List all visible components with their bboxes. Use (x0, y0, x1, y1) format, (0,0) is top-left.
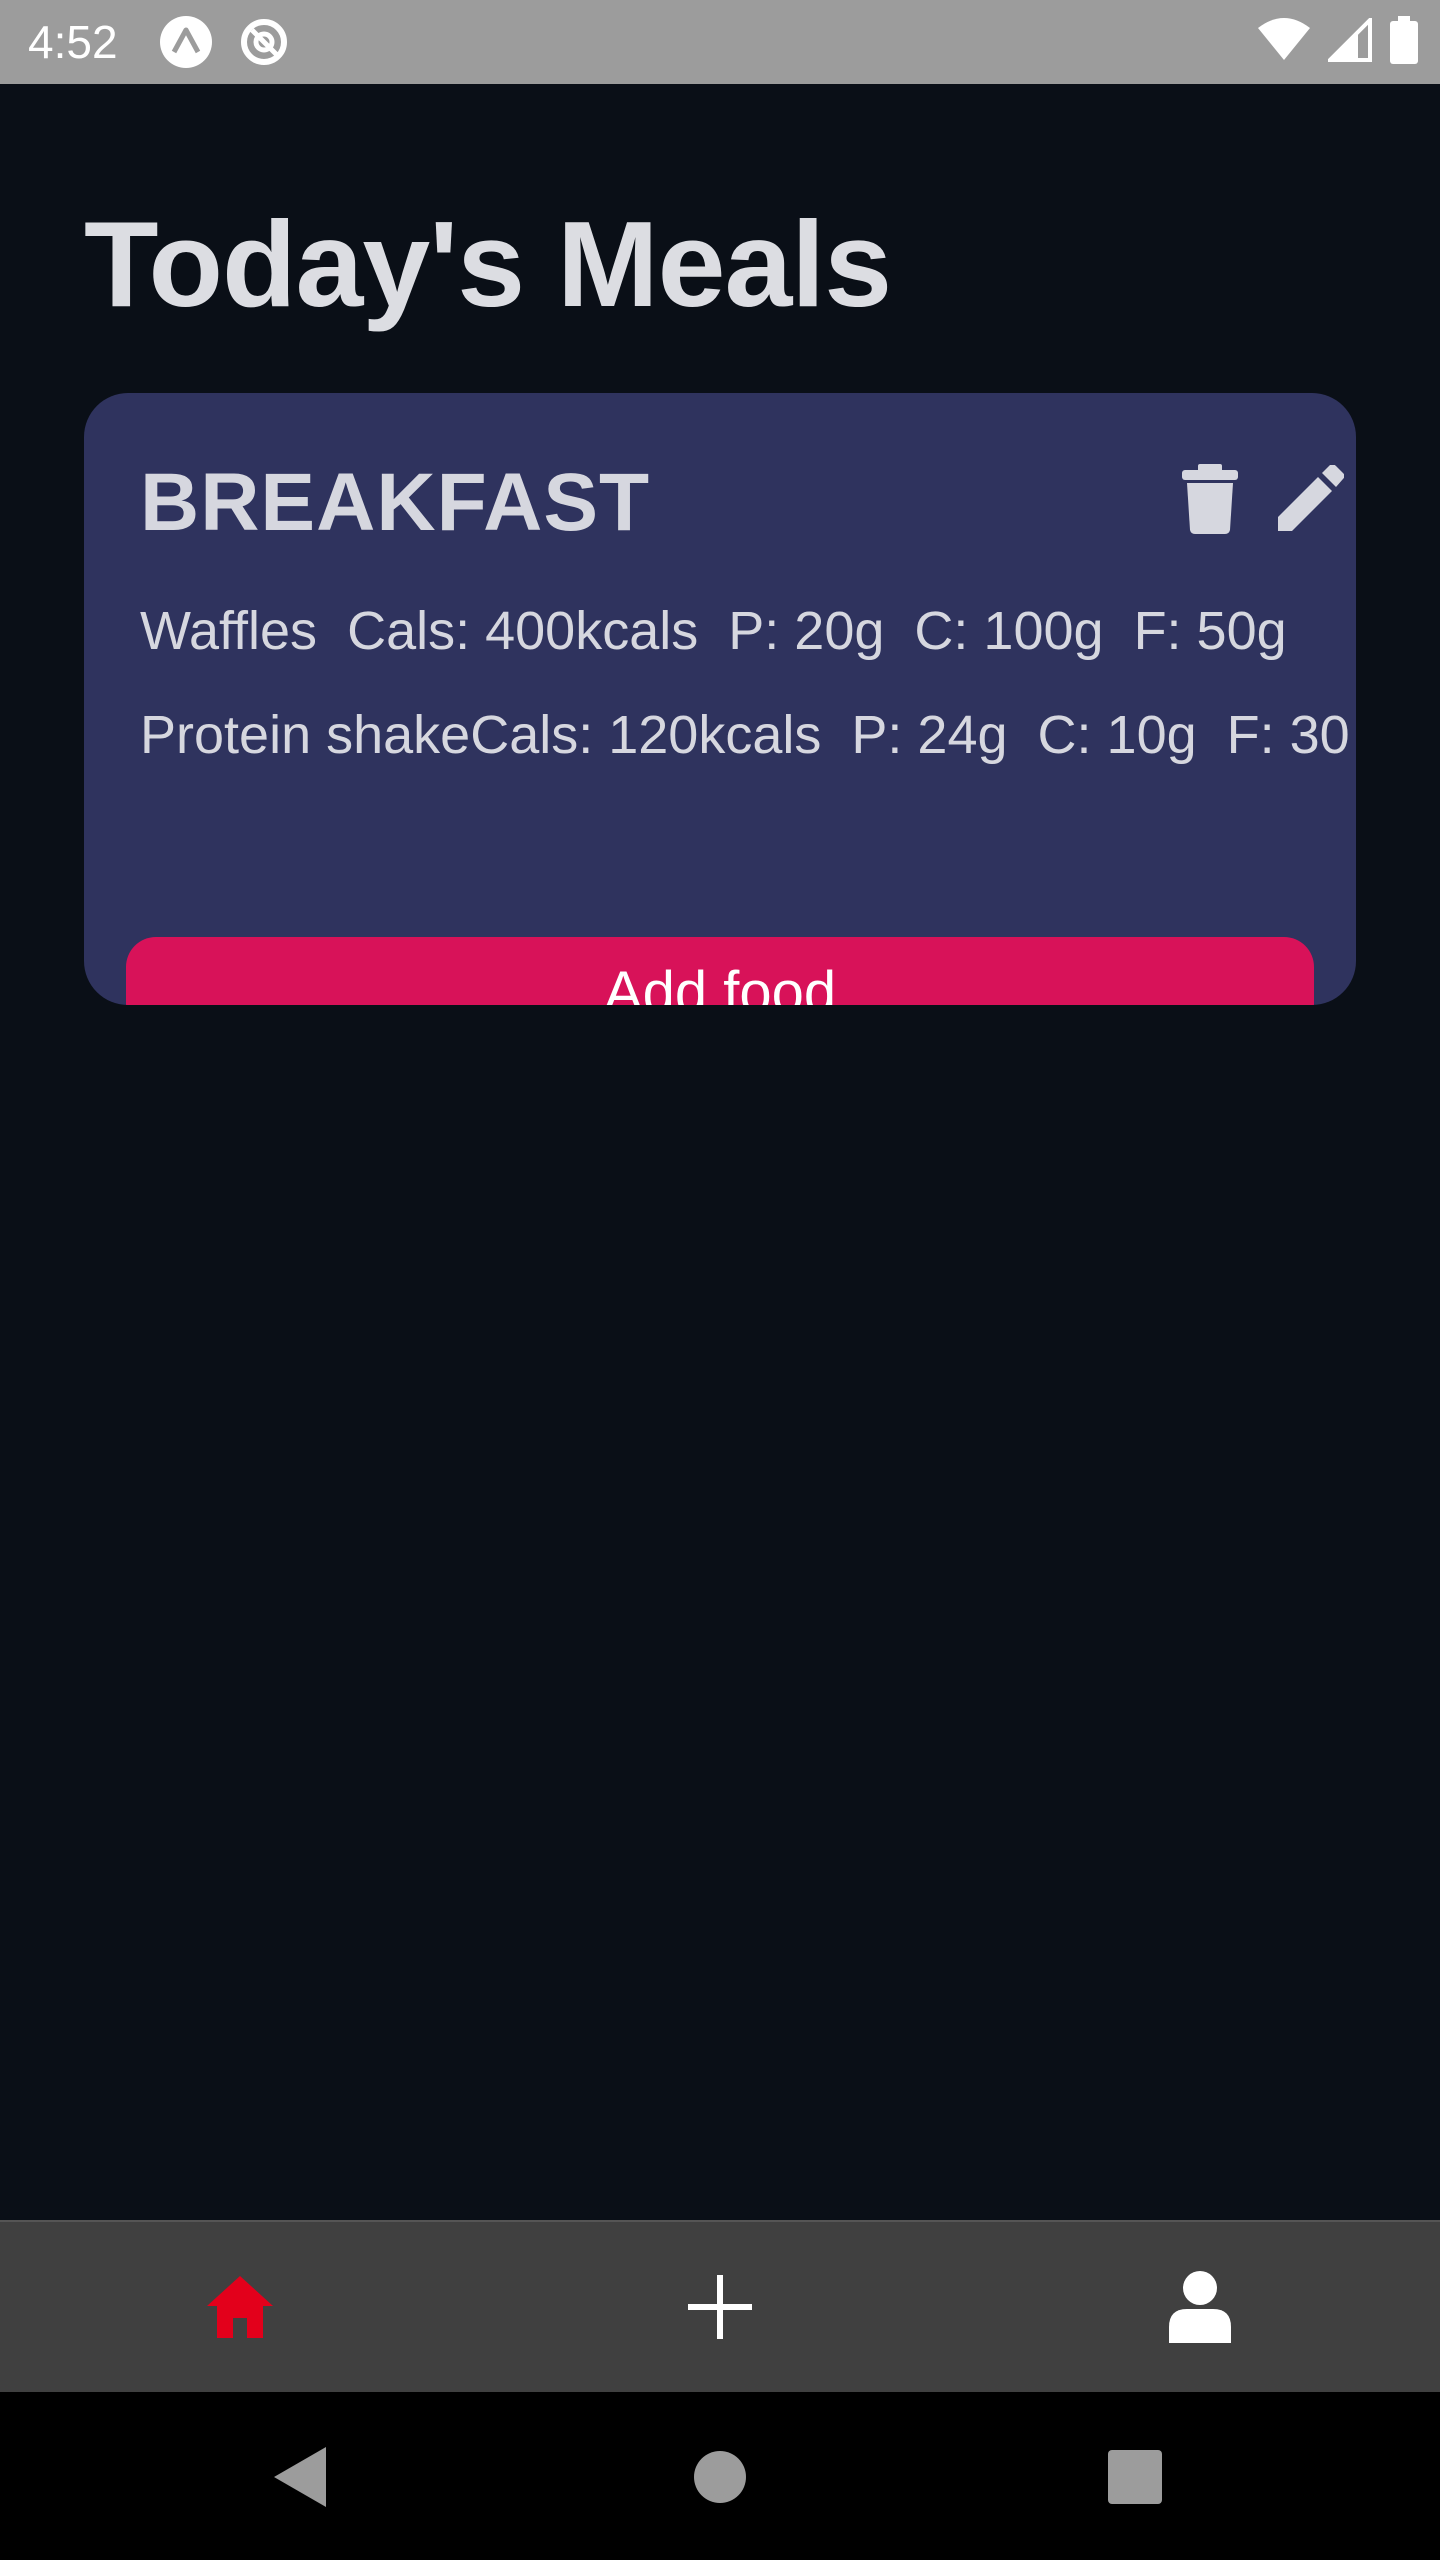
food-protein: P: 24g (851, 705, 1008, 765)
tab-home[interactable] (0, 2222, 480, 2392)
add-food-button[interactable]: Add food (126, 937, 1314, 1005)
back-icon (274, 2447, 326, 2507)
food-row: Protein shakeCals: 120kcals P: 24g C: 10… (140, 703, 1350, 767)
delete-meal-button[interactable] (1170, 459, 1250, 539)
plus-icon (688, 2275, 752, 2339)
status-right-icons (1258, 14, 1418, 70)
food-name: Protein shake (140, 705, 471, 765)
system-nav-bar (0, 2392, 1440, 2560)
data-saver-icon (238, 16, 290, 68)
tab-add[interactable] (480, 2222, 960, 2392)
expo-icon (160, 16, 212, 68)
food-fat: F: 30 (1226, 705, 1350, 765)
pencil-icon (1278, 465, 1344, 531)
home-circle-icon (694, 2451, 746, 2503)
home-icon (207, 2276, 273, 2338)
food-row: Waffles Cals: 400kcals P: 20g C: 100g F:… (140, 599, 1287, 663)
tab-profile[interactable] (960, 2222, 1440, 2392)
food-carbs: C: 100g (914, 601, 1104, 661)
meal-card-breakfast: BREAKFAST Waffles Cals: 400kcals P: 20g … (84, 393, 1356, 1005)
status-bar: 4:52 (0, 0, 1440, 84)
food-cals: Cals: 120kcals (470, 705, 822, 765)
food-cals: Cals: 400kcals (347, 601, 699, 661)
nav-home-button[interactable] (675, 2432, 765, 2522)
food-fat: F: 50g (1133, 601, 1287, 661)
food-name: Waffles (140, 601, 318, 661)
nav-back-button[interactable] (255, 2432, 345, 2522)
status-time: 4:52 (28, 16, 118, 68)
page-title: Today's Meals (84, 196, 892, 332)
battery-icon (1390, 15, 1418, 69)
food-carbs: C: 10g (1037, 705, 1197, 765)
edit-meal-button[interactable] (1270, 459, 1350, 539)
meal-title: BREAKFAST (140, 457, 651, 548)
user-icon (1169, 2271, 1231, 2343)
nav-recents-button[interactable] (1090, 2432, 1180, 2522)
cell-signal-icon (1325, 14, 1372, 67)
bottom-tab-bar (0, 2220, 1440, 2392)
trash-icon (1182, 464, 1238, 534)
recents-icon (1108, 2450, 1162, 2504)
meals-screen: Today's Meals BREAKFAST Waffles Cals: 40… (0, 84, 1440, 2220)
wifi-icon (1258, 17, 1310, 67)
food-protein: P: 20g (728, 601, 885, 661)
